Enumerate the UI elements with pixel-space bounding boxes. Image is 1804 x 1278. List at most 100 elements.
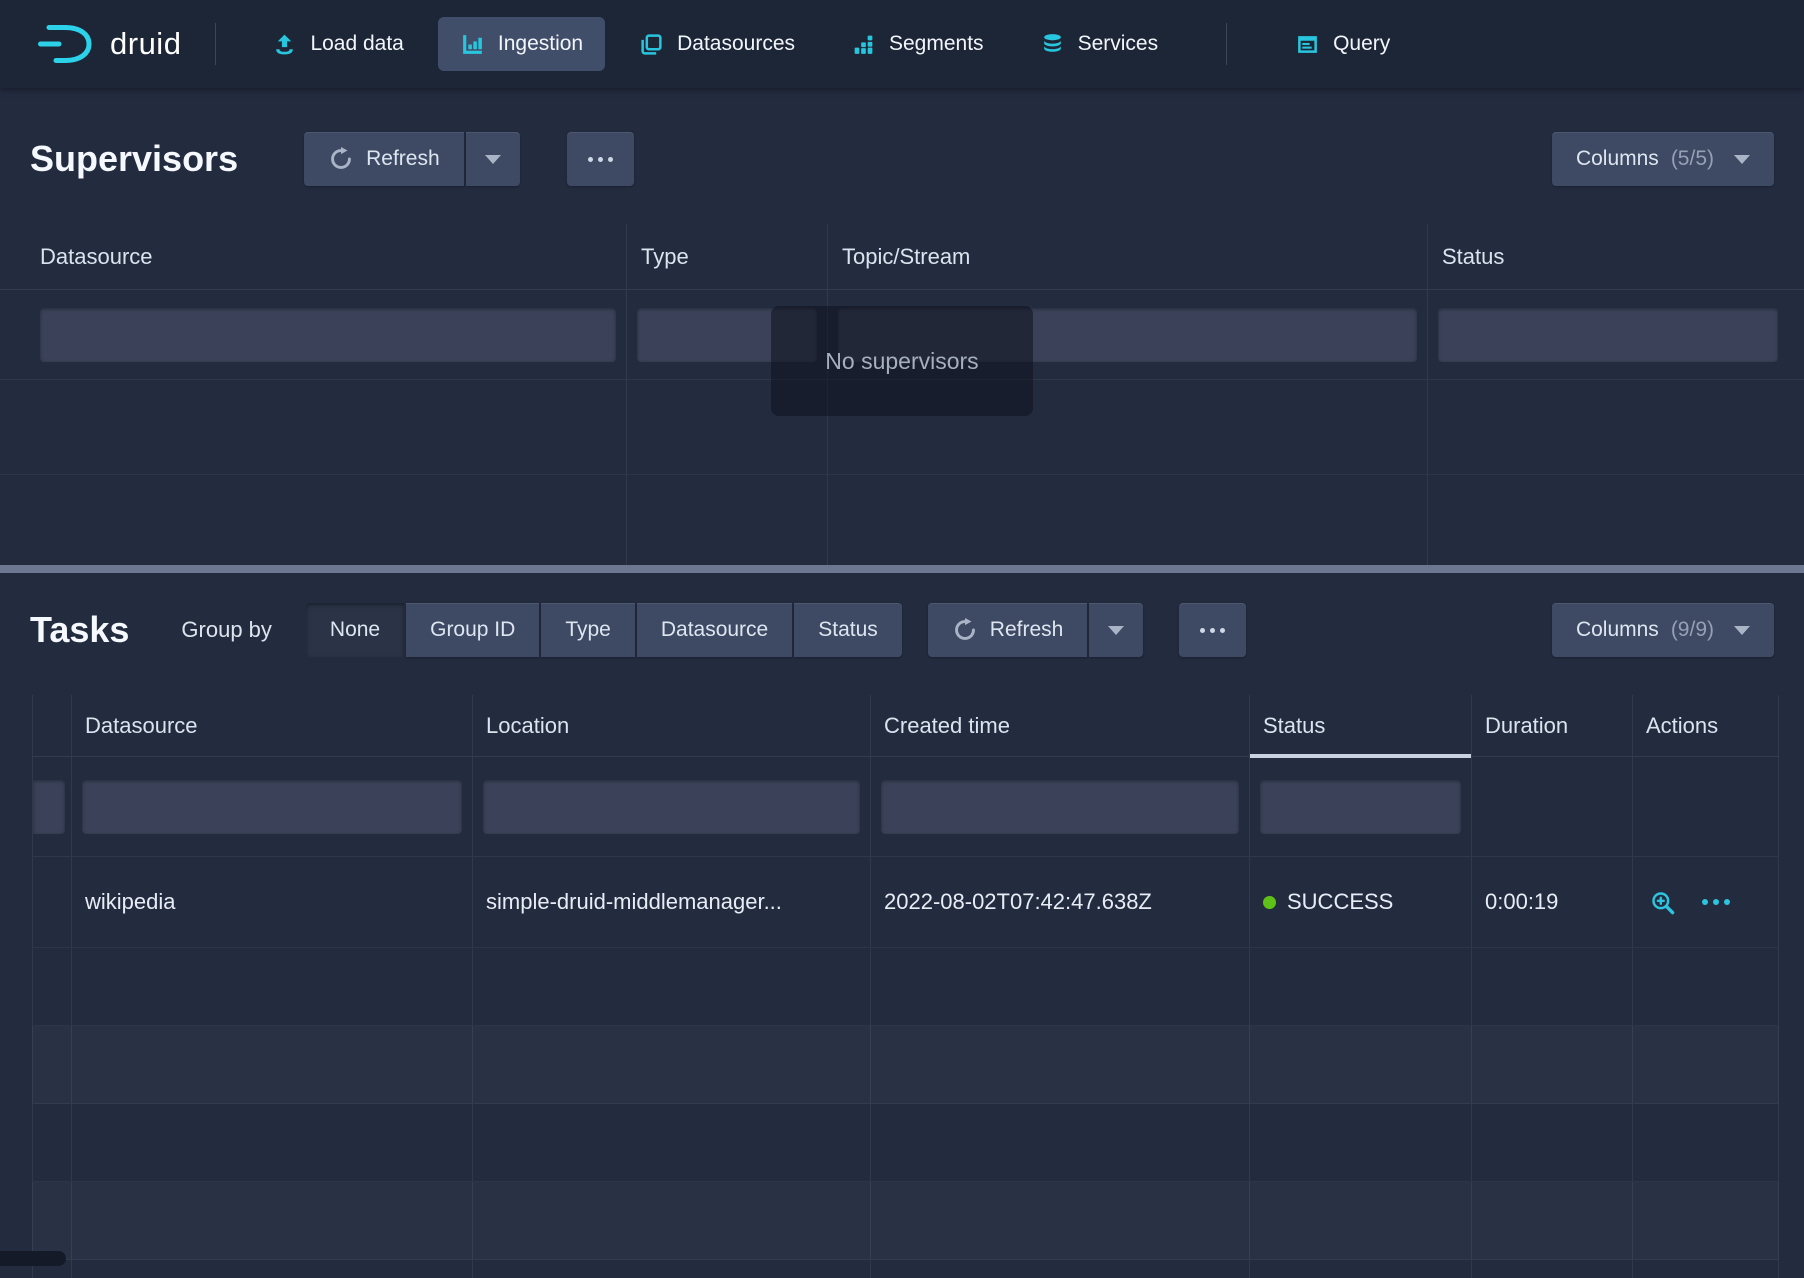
location-filter-input[interactable]	[483, 780, 860, 834]
tasks-columns-button[interactable]: Columns (9/9)	[1552, 603, 1774, 657]
druid-logo[interactable]: druid	[36, 22, 181, 66]
column-header-status[interactable]: Status	[1428, 224, 1804, 289]
nav-item-label: Datasources	[677, 32, 795, 56]
empty-cell	[1250, 948, 1472, 1025]
empty-cell	[1250, 1182, 1472, 1259]
empty-cell	[1472, 1260, 1633, 1278]
column-header-datasource[interactable]: Datasource	[0, 224, 627, 289]
table-row	[32, 1182, 1779, 1260]
column-header-status[interactable]: Status	[1250, 695, 1472, 756]
nav-item-label: Segments	[889, 32, 984, 56]
supervisors-columns-button[interactable]: Columns (5/5)	[1552, 132, 1774, 186]
task-id-filter-input[interactable]	[33, 780, 65, 834]
empty-cell	[32, 1026, 72, 1103]
topic-stream-filter-input[interactable]	[838, 308, 1417, 362]
lead-cell	[32, 857, 72, 947]
created-time-filter-input[interactable]	[881, 780, 1239, 834]
tasks-table: Datasource Location Created time Status …	[32, 695, 1779, 1278]
supervisors-refresh-button[interactable]: Refresh	[304, 132, 464, 186]
empty-cell	[871, 948, 1250, 1025]
filter-cell	[1428, 290, 1804, 379]
column-header-type[interactable]: Type	[627, 224, 828, 289]
query-console-icon	[1295, 32, 1320, 57]
group-by-datasource-button[interactable]: Datasource	[637, 603, 792, 657]
empty-cell	[72, 1104, 473, 1181]
empty-cell	[1250, 1026, 1472, 1103]
column-header-topic-stream[interactable]: Topic/Stream	[828, 224, 1428, 289]
columns-label: Columns	[1576, 618, 1659, 642]
empty-cell	[1633, 948, 1779, 1025]
filter-cell	[0, 290, 627, 379]
group-by-group-id-button[interactable]: Group ID	[406, 603, 539, 657]
chevron-down-icon	[1734, 155, 1750, 164]
nav-item-datasources[interactable]: Datasources	[617, 17, 817, 71]
empty-cell	[627, 380, 828, 474]
status-filter-input[interactable]	[1438, 308, 1778, 362]
more-dots-icon	[598, 157, 603, 162]
supervisors-refresh-group: Refresh	[304, 132, 520, 186]
table-row-wikipedia-task[interactable]: wikipedia simple-druid-middlemanager... …	[32, 857, 1779, 948]
type-filter-input[interactable]	[637, 308, 817, 362]
more-dots-icon	[588, 157, 593, 162]
tasks-horizontal-scrollbar[interactable]	[0, 1251, 66, 1266]
datasource-filter-input[interactable]	[82, 780, 462, 834]
empty-cell	[1472, 948, 1633, 1025]
table-row	[0, 380, 1804, 475]
task-actions-menu-icon[interactable]	[1702, 899, 1730, 905]
column-header-duration[interactable]: Duration	[1472, 695, 1633, 756]
group-by-button-group: None Group ID Type Datasource Status	[306, 603, 902, 657]
task-detail-magnifier-icon[interactable]	[1649, 889, 1676, 916]
filter-cell	[473, 757, 871, 856]
empty-cell	[72, 1026, 473, 1103]
group-by-type-button[interactable]: Type	[541, 603, 635, 657]
group-by-label: Group by	[181, 617, 272, 643]
column-header-datasource[interactable]: Datasource	[72, 695, 473, 756]
column-header-location[interactable]: Location	[473, 695, 871, 756]
supervisors-more-button[interactable]	[567, 132, 634, 186]
nav-item-label: Query	[1333, 32, 1390, 56]
table-row	[32, 1104, 1779, 1182]
navbar-items: Load data Ingestion Datasources	[250, 17, 1412, 71]
more-dots-icon	[1200, 628, 1205, 633]
empty-cell	[828, 475, 1428, 565]
tasks-refresh-button[interactable]: Refresh	[928, 603, 1088, 657]
supervisors-header-row: Datasource Type Topic/Stream Status	[0, 224, 1804, 290]
nav-item-services[interactable]: Services	[1018, 17, 1181, 71]
navbar-divider	[215, 23, 216, 65]
brand-name: druid	[110, 26, 181, 62]
nav-item-label: Load data	[310, 32, 403, 56]
empty-cell	[32, 1182, 72, 1259]
group-by-none-button[interactable]: None	[306, 603, 404, 657]
empty-cell	[1472, 1182, 1633, 1259]
tasks-toolbar: Tasks Group by None Group ID Type Dataso…	[0, 601, 1804, 659]
group-by-status-button[interactable]: Status	[794, 603, 902, 657]
column-header-actions[interactable]: Actions	[1633, 695, 1779, 756]
tasks-more-button[interactable]	[1179, 603, 1246, 657]
empty-cell	[828, 380, 1428, 474]
nav-item-segments[interactable]: Segments	[829, 17, 1006, 71]
horizontal-scrollbar[interactable]	[0, 565, 1804, 573]
nav-item-load-data[interactable]: Load data	[250, 17, 425, 71]
chevron-down-icon	[1108, 626, 1124, 635]
tasks-refresh-caret-button[interactable]	[1089, 603, 1143, 657]
status-filter-input[interactable]	[1260, 780, 1461, 834]
tasks-header-row: Datasource Location Created time Status …	[32, 695, 1779, 757]
navbar-divider	[1226, 23, 1227, 65]
empty-cell	[1428, 380, 1804, 474]
refresh-icon	[328, 146, 354, 172]
druid-logo-icon	[36, 22, 94, 66]
refresh-label: Refresh	[990, 618, 1064, 642]
nav-item-query[interactable]: Query	[1273, 17, 1412, 71]
supervisors-refresh-caret-button[interactable]	[466, 132, 520, 186]
nav-item-ingestion[interactable]: Ingestion	[438, 17, 605, 71]
status-text: SUCCESS	[1287, 889, 1393, 915]
nav-item-label: Services	[1078, 32, 1159, 56]
filter-cell	[1472, 757, 1633, 856]
empty-cell	[1428, 475, 1804, 565]
empty-cell	[1633, 1260, 1779, 1278]
empty-cell	[1250, 1260, 1472, 1278]
column-header-created-time[interactable]: Created time	[871, 695, 1250, 756]
datasource-filter-input[interactable]	[40, 308, 616, 362]
columns-count: (9/9)	[1671, 618, 1714, 642]
empty-cell	[871, 1182, 1250, 1259]
